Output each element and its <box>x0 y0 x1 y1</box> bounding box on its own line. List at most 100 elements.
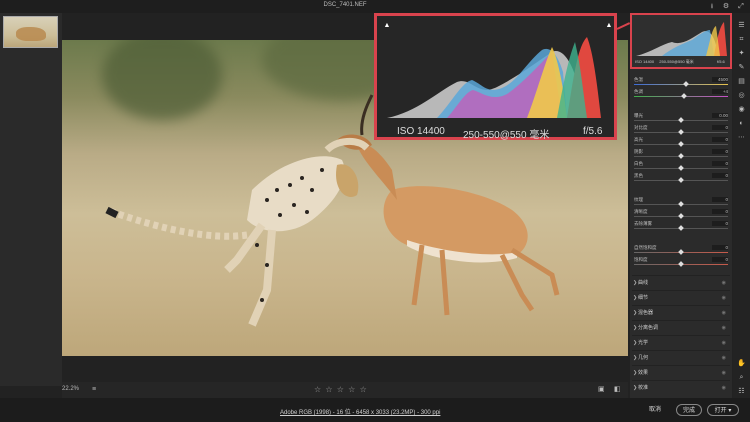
focal-length: 250-550@550 毫米 <box>463 130 550 141</box>
cancel-button[interactable]: 取消 <box>645 404 665 416</box>
gear-icon[interactable]: ⚙ <box>722 3 730 11</box>
slider-knob[interactable] <box>678 249 684 255</box>
expand-icon[interactable]: ⤢ <box>737 3 745 11</box>
compare-icon[interactable]: ◧ <box>614 386 622 394</box>
edit-icon[interactable]: ☰ <box>737 21 746 30</box>
impala-horn <box>360 94 374 136</box>
chevron-right-icon: ❯ <box>633 295 638 301</box>
slider-knob[interactable] <box>678 177 684 183</box>
impala-body <box>383 186 528 260</box>
tool-strip: ☰ ⌗ ✦ ✎ ▤ ◎ ◉ ◐ ⋯ ✋ ⌕ ☷ <box>733 13 750 398</box>
zoom-tool-icon[interactable]: ⌕ <box>737 373 746 382</box>
eye-icon[interactable]: ◉ <box>722 351 726 365</box>
open-button[interactable]: 打开 ▾ <box>707 404 739 416</box>
slider-knob[interactable] <box>678 225 684 231</box>
chevron-right-icon: ❯ <box>633 340 638 346</box>
brush-icon[interactable]: ✎ <box>737 63 746 72</box>
eye-icon[interactable]: ◉ <box>722 366 726 380</box>
eye-icon[interactable]: ◉ <box>722 306 726 320</box>
section-calibration[interactable]: ❯ 校准 ◉ <box>632 380 730 394</box>
cheetah-tail <box>105 206 248 240</box>
slider-row[interactable]: 饱和度 0 <box>634 257 728 267</box>
chevron-right-icon: ❯ <box>633 310 638 316</box>
slider-knob[interactable] <box>683 81 689 87</box>
slider-row[interactable]: 自然饱和度 0 <box>634 245 728 255</box>
slider-knob[interactable] <box>678 213 684 219</box>
workflow-options-link[interactable]: Adobe RGB (1998) - 16 位 - 6458 x 3033 (2… <box>280 407 440 416</box>
eye-icon[interactable]: ◉ <box>722 381 726 395</box>
chevron-right-icon: ❯ <box>633 325 638 331</box>
eye-icon[interactable]: ◉ <box>722 336 726 350</box>
before-after-icon[interactable]: ▣ <box>598 386 606 394</box>
slider-knob[interactable] <box>678 141 684 147</box>
slider-knob[interactable] <box>681 93 687 99</box>
presets-icon[interactable]: ◐ <box>737 119 746 128</box>
section-effects[interactable]: ❯ 效果 ◉ <box>632 365 730 379</box>
image-thumbnail[interactable] <box>3 16 58 48</box>
section-curve[interactable]: ❯ 曲线 ◉ <box>632 275 730 289</box>
slider-row[interactable]: 高光 0 <box>634 137 728 147</box>
cheetah-body <box>247 156 345 232</box>
slider-row[interactable]: 纹理 0 <box>634 197 728 207</box>
slider-row[interactable]: 清晰度 0 <box>634 209 728 219</box>
slider-row[interactable]: 阴影 0 <box>634 149 728 159</box>
aperture-value: f/5.6 <box>583 126 603 137</box>
title-bar: DSC_7401.NEF ⭳ ⚙ ⤢ <box>0 0 750 13</box>
slider-row[interactable]: 曝光 0.00 <box>634 113 728 123</box>
window-title: DSC_7401.NEF <box>323 2 367 8</box>
camera-metrics: ISO 14400 250-550@550 毫米 f/5.6 <box>377 126 620 141</box>
radial-icon[interactable]: ◎ <box>737 91 746 100</box>
slider-row[interactable]: 白色 0 <box>634 161 728 171</box>
histogram-zoom-callout: ▲ ▲ ISO 14400 250-550@550 毫米 f/5.6 <box>374 13 620 141</box>
zoom-level[interactable]: 22.2% <box>62 386 79 392</box>
slider-row[interactable]: 色调 +4 <box>634 89 728 99</box>
impala-leg <box>499 253 535 312</box>
slider-knob[interactable] <box>678 153 684 159</box>
chevron-down-icon: ▾ <box>728 408 732 414</box>
slider-knob[interactable] <box>678 129 684 135</box>
cheetah-head <box>336 164 359 197</box>
slider-row[interactable]: 去除薄雾 0 <box>634 221 728 231</box>
slider-knob[interactable] <box>678 165 684 171</box>
slider-row[interactable]: 黑色 0 <box>634 173 728 183</box>
filmstrip <box>0 13 62 386</box>
impala-neck <box>357 143 397 200</box>
histogram-graph <box>387 37 601 118</box>
histogram: ISO 14400 250-550@550 毫米 f/5.6 <box>630 13 732 69</box>
done-button[interactable]: 完成 <box>676 404 702 416</box>
footer: Adobe RGB (1998) - 16 位 - 6458 x 3033 (2… <box>0 398 750 422</box>
chevron-right-icon: ❯ <box>633 280 638 286</box>
chevron-right-icon: ❯ <box>633 385 638 391</box>
grid-icon[interactable]: ☷ <box>737 387 746 396</box>
more-icon[interactable]: ⋯ <box>737 133 746 142</box>
eye-icon[interactable]: ◉ <box>722 276 726 290</box>
section-detail[interactable]: ❯ 细节 ◉ <box>632 290 730 304</box>
hand-icon[interactable]: ✋ <box>737 359 746 368</box>
thumbnail-subject <box>16 27 46 41</box>
section-optics[interactable]: ❯ 光学 ◉ <box>632 335 730 349</box>
gradient-icon[interactable]: ▤ <box>737 77 746 86</box>
star-rating[interactable]: ☆ ☆ ☆ ☆ ☆ <box>314 385 368 394</box>
iso-value: ISO 14400 <box>397 126 445 137</box>
eye-icon[interactable]: ◉ <box>722 291 726 305</box>
section-color-mixer[interactable]: ❯ 混色器 ◉ <box>632 305 730 319</box>
eye-icon[interactable]: ◉ <box>722 321 726 335</box>
heal-icon[interactable]: ✦ <box>737 49 746 58</box>
slider-row[interactable]: 色温 4500 <box>634 77 728 87</box>
cheetah-leg <box>224 222 266 273</box>
slider-row[interactable]: 对比度 0 <box>634 125 728 135</box>
impala-leg <box>411 244 425 306</box>
crop-icon[interactable]: ⌗ <box>737 35 746 44</box>
cheetah-leg <box>248 229 276 327</box>
slider-knob[interactable] <box>678 261 684 267</box>
slider-knob[interactable] <box>678 117 684 123</box>
section-split-toning[interactable]: ❯ 分离色调 ◉ <box>632 320 730 334</box>
mini-histogram-graph <box>636 22 727 56</box>
save-icon[interactable]: ⭳ <box>708 3 716 11</box>
section-geometry[interactable]: ❯ 几何 ◉ <box>632 350 730 364</box>
slider-knob[interactable] <box>678 201 684 207</box>
photo-bottom-bar: 22.2% ≡ ☆ ☆ ☆ ☆ ☆ ▣ ◧ <box>62 382 628 398</box>
cheetah-tail-tip <box>105 206 119 219</box>
redeye-icon[interactable]: ◉ <box>737 105 746 114</box>
filmstrip-toggle-icon[interactable]: ≡ <box>92 386 100 394</box>
